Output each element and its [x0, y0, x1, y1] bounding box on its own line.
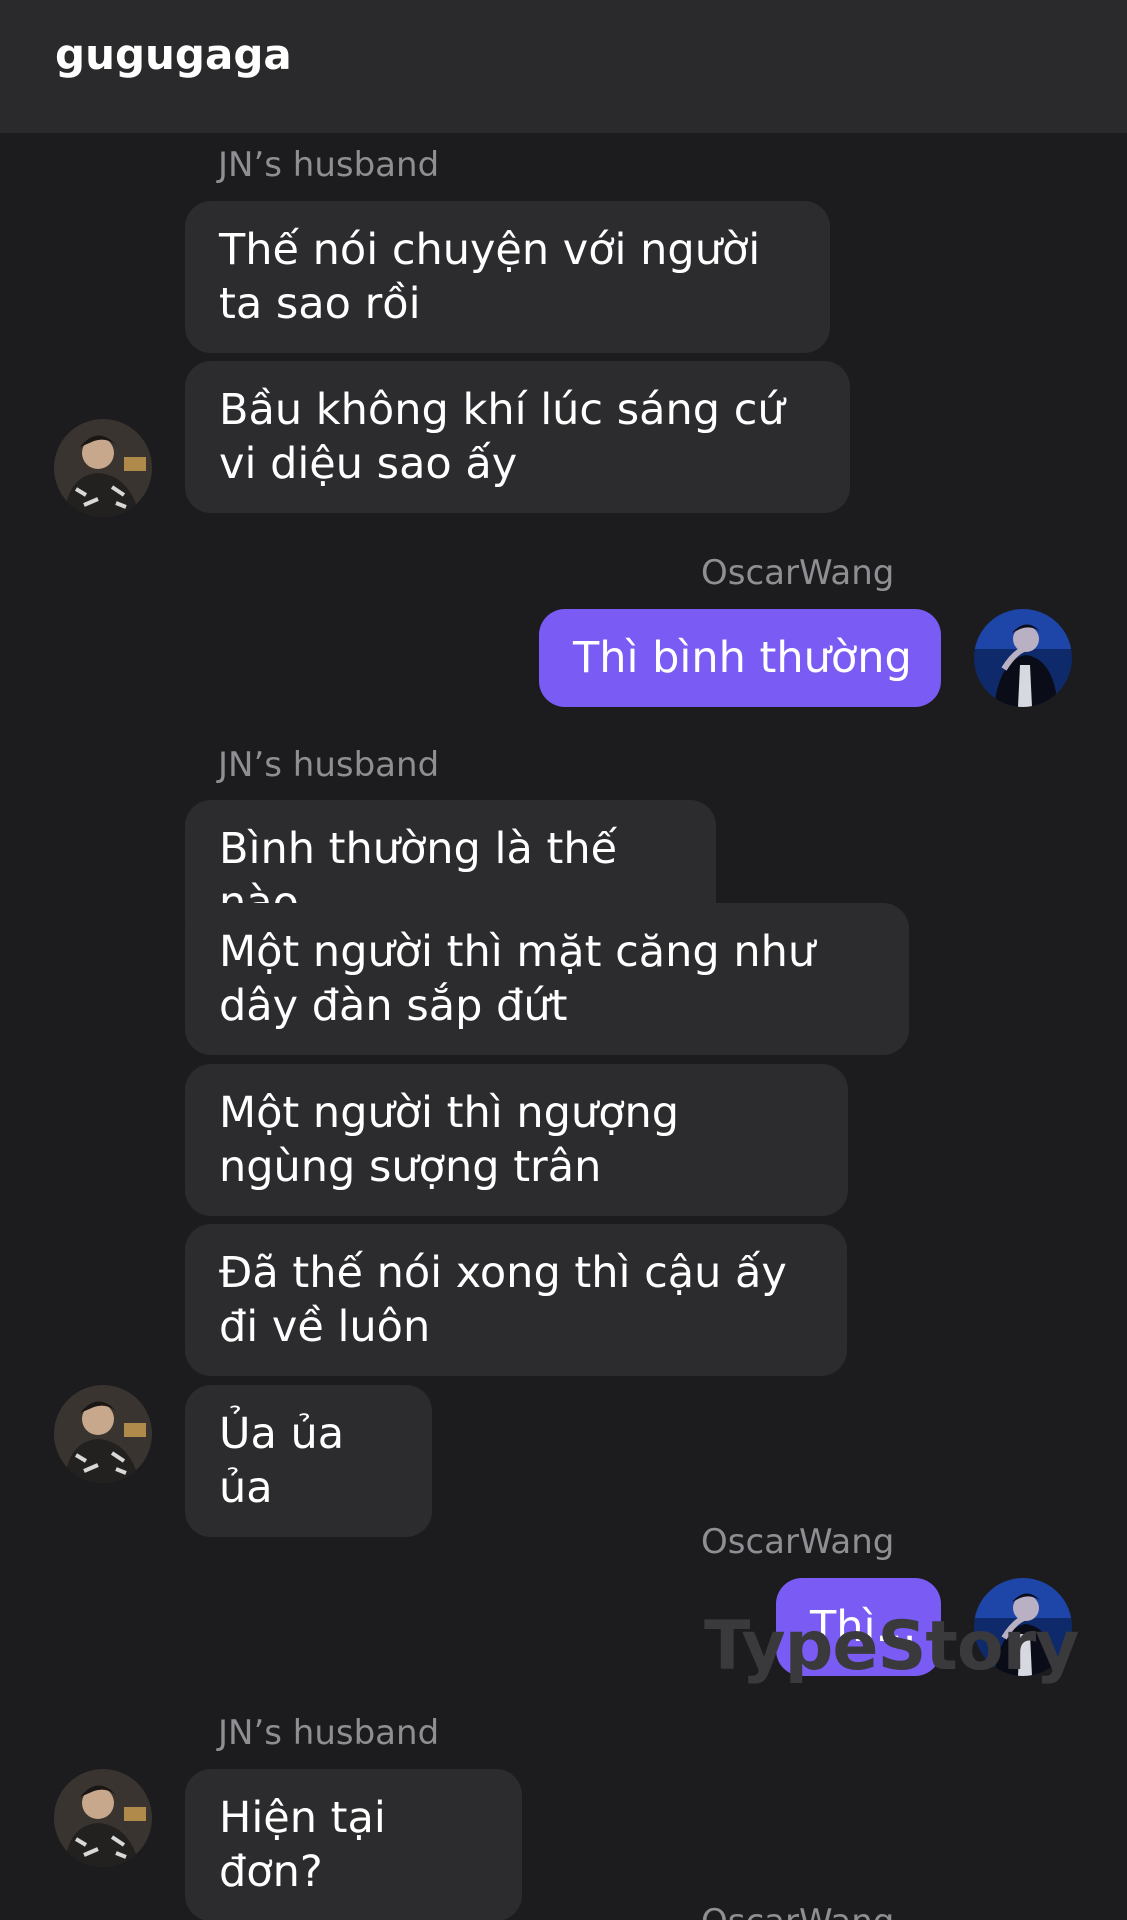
avatar-image	[54, 419, 152, 517]
sender-name: OscarWang	[701, 1522, 895, 1562]
incoming-message-bubble[interactable]: Một người thì mặt căng như dây đàn sắp đ…	[185, 903, 909, 1055]
contact-avatar[interactable]	[54, 1769, 152, 1867]
avatar-image	[54, 1385, 152, 1483]
chat-header: gugugaga	[0, 0, 1127, 133]
contact-avatar[interactable]	[54, 419, 152, 517]
chat-title: gugugaga	[55, 30, 292, 79]
contact-avatar[interactable]	[54, 1385, 152, 1483]
outgoing-message-bubble[interactable]: Thì bình thường	[539, 609, 941, 707]
sender-name: OscarWang	[701, 1902, 894, 1920]
sender-name: JN’s husband	[218, 1713, 440, 1753]
sender-name: JN’s husband	[218, 745, 440, 785]
incoming-message-bubble[interactable]: Đã thế nói xong thì cậu ấy đi về luôn	[185, 1224, 847, 1376]
avatar-image	[974, 609, 1072, 707]
avatar-image	[54, 1769, 152, 1867]
my-avatar[interactable]	[974, 609, 1072, 707]
incoming-message-bubble[interactable]: Ủa ủa ủa	[185, 1385, 432, 1537]
sender-name: OscarWang	[701, 553, 895, 593]
incoming-message-bubble[interactable]: Thế nói chuyện với người ta sao rồi	[185, 201, 830, 353]
incoming-message-bubble[interactable]: Bầu không khí lúc sáng cứ vi diệu sao ấy	[185, 361, 850, 513]
sender-name: JN’s husband	[218, 145, 440, 185]
incoming-message-bubble[interactable]: Hiện tại đơn?	[185, 1769, 522, 1920]
incoming-message-bubble[interactable]: Một người thì ngượng ngùng sượng trân	[185, 1064, 848, 1216]
typestory-watermark: TypeStory	[704, 1607, 1079, 1686]
